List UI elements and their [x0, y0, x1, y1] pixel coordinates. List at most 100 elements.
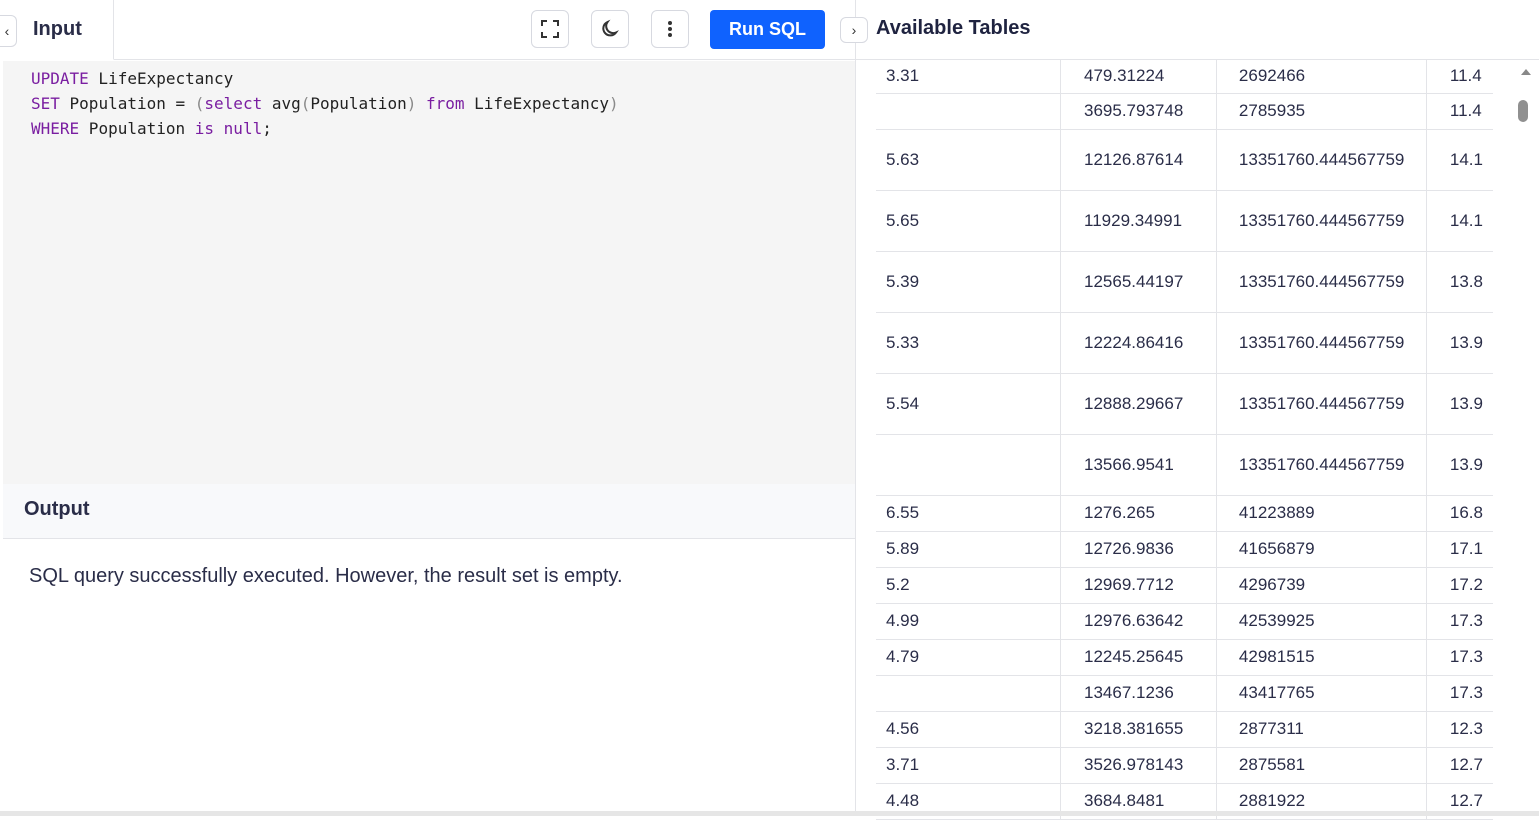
table-cell: 3218.381655 [1060, 711, 1217, 748]
table-cell: 479.31224 [1060, 60, 1217, 94]
table-cell: 4.56 [876, 711, 1061, 748]
table-cell: 3.31 [876, 60, 1061, 94]
code-line[interactable]: WHERE Population is null; [31, 116, 856, 141]
table-cell: 5.33 [876, 312, 1061, 374]
table-cell: 4296739 [1215, 567, 1427, 604]
table-cell: 14.1 [1425, 129, 1493, 191]
code-token: Population [79, 119, 195, 138]
table-cell: 5.89 [876, 531, 1061, 568]
table-cell: 11.4 [1425, 93, 1493, 130]
output-panel: SQL query successfully executed. However… [3, 539, 856, 816]
table-cell: 41223889 [1215, 495, 1427, 532]
collapse-right-icon[interactable]: › [840, 17, 868, 43]
table-cell: 13351760.444567759 [1215, 312, 1427, 374]
code-token: WHERE [31, 119, 80, 138]
data-table: 3.31 479.31224 2692466 11.4 3695.793748 27859… [876, 60, 1493, 820]
table-row: 5.33 12224.86416 13351760.444567759 13.9 [876, 312, 1493, 374]
table-row: 4.99 12976.63642 42539925 17.3 [876, 603, 1493, 640]
collapse-left-icon[interactable]: ‹ [0, 15, 17, 47]
available-tables-title: Available Tables [876, 17, 1031, 39]
table-cell: 12245.25645 [1060, 639, 1217, 676]
table-cell: 3695.793748 [1060, 93, 1217, 130]
code-token: select [204, 94, 263, 113]
theme-toggle-button[interactable] [591, 10, 629, 48]
left-pane: ‹ Input Run SQL UPDATE LifeExpectancy SET… [0, 0, 856, 816]
table-cell: 13566.9541 [1060, 434, 1217, 496]
table-row: 4.79 12245.25645 42981515 17.3 [876, 639, 1493, 676]
table-cell: 2785935 [1215, 93, 1427, 130]
table-cell: 2692466 [1215, 60, 1427, 94]
table-row: 3.71 3526.978143 2875581 12.7 [876, 747, 1493, 784]
table-cell: 4.79 [876, 639, 1061, 676]
table-row: 5.54 12888.29667 13351760.444567759 13.9 [876, 373, 1493, 435]
input-tab[interactable]: Input [18, 0, 114, 60]
run-sql-button[interactable]: Run SQL [710, 10, 825, 49]
code-token: Population [310, 94, 407, 113]
code-line[interactable]: SET Population = (select avg(Population)… [31, 91, 856, 116]
table-cell: 17.2 [1425, 567, 1493, 604]
code-token: from [425, 94, 465, 113]
table-cell: 6.55 [876, 495, 1061, 532]
table-cell: 11929.34991 [1060, 190, 1217, 252]
table-cell: 5.65 [876, 190, 1061, 252]
table-cell: 13351760.444567759 [1215, 434, 1427, 496]
table-cell: 3526.978143 [1060, 747, 1217, 784]
table-cell: 4.99 [876, 603, 1061, 640]
moon-icon [602, 19, 619, 37]
table-row: 13467.1236 43417765 17.3 [876, 675, 1493, 712]
table-cell: 42539925 [1215, 603, 1427, 640]
table-cell: 16.8 [1425, 495, 1493, 532]
table-cell: 12888.29667 [1060, 373, 1217, 435]
output-title: Output [3, 484, 856, 539]
table-cell: 5.2 [876, 567, 1061, 604]
table-cell: 42981515 [1215, 639, 1427, 676]
table-cell: 13351760.444567759 [1215, 129, 1427, 191]
table-cell: 3.71 [876, 747, 1061, 784]
output-message: SQL query successfully executed. However… [29, 565, 623, 587]
table-row: 13566.9541 13351760.444567759 13.9 [876, 434, 1493, 496]
code-token: ) [609, 94, 619, 113]
table-cell: 5.39 [876, 251, 1061, 313]
table-cell: 13.9 [1425, 434, 1493, 496]
more-options-button[interactable] [651, 10, 689, 48]
table-row: 5.63 12126.87614 13351760.444567759 14.1 [876, 129, 1493, 191]
code-token: ) [406, 94, 417, 113]
table-row: 5.39 12565.44197 13351760.444567759 13.8 [876, 251, 1493, 313]
table-row: 5.65 11929.34991 13351760.444567759 14.1 [876, 190, 1493, 252]
table-cell: 12976.63642 [1060, 603, 1217, 640]
code-token: UPDATE [31, 69, 89, 88]
table-cell [876, 93, 1061, 130]
code-line[interactable]: UPDATE LifeExpectancy [31, 66, 856, 91]
table-cell: 12969.7712 [1060, 567, 1217, 604]
code-token: is [194, 119, 215, 138]
table-cell: 13467.1236 [1060, 675, 1217, 712]
table-cell: 12565.44197 [1060, 251, 1217, 313]
scroll-up-icon[interactable] [1521, 69, 1531, 75]
code-token: null [223, 119, 263, 138]
table-cell: 17.3 [1425, 639, 1493, 676]
right-pane: › Available Tables 3.31 479.31224 2692466 1… [840, 0, 1539, 820]
table-cell: 2875581 [1215, 747, 1427, 784]
table-cell: 13.9 [1425, 312, 1493, 374]
table-row: 6.55 1276.265 41223889 16.8 [876, 495, 1493, 532]
table-cell: 13.8 [1425, 251, 1493, 313]
table-cell: 13351760.444567759 [1215, 251, 1427, 313]
fullscreen-button[interactable] [531, 10, 569, 48]
table-row: 5.89 12726.9836 41656879 17.1 [876, 531, 1493, 568]
table-cell: 17.3 [1425, 675, 1493, 712]
sql-editor[interactable]: UPDATE LifeExpectancy SET Population = (s… [3, 61, 856, 484]
scroll-thumb[interactable] [1518, 100, 1528, 122]
table-row: 4.56 3218.381655 2877311 12.3 [876, 711, 1493, 748]
table-cell: 13351760.444567759 [1215, 373, 1427, 435]
table-cell: 12.3 [1425, 711, 1493, 748]
header-divider [114, 59, 856, 60]
table-row: 3695.793748 2785935 11.4 [876, 93, 1493, 130]
table-cell: 17.1 [1425, 531, 1493, 568]
bottom-edge [0, 811, 1539, 816]
code-token: Population = [59, 94, 195, 113]
scrollbar[interactable] [1517, 60, 1533, 816]
code-token: ( [194, 94, 205, 113]
table-row: 3.31 479.31224 2692466 11.4 [876, 60, 1493, 94]
